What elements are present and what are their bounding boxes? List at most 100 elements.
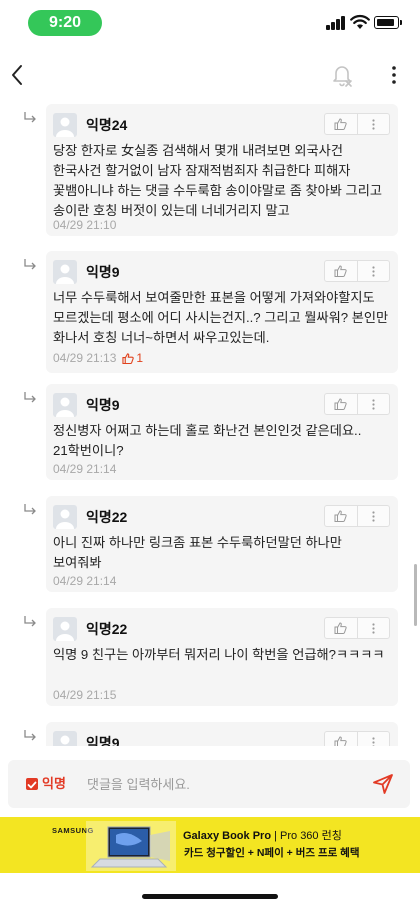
- comment-meta: 04/29 21:13 1: [53, 351, 143, 365]
- cellular-signal-icon: [326, 16, 346, 30]
- comment-time: 04/29 21:10: [53, 218, 117, 232]
- avatar: [53, 113, 77, 137]
- kebab-menu-icon: [372, 736, 375, 746]
- wifi-icon: [350, 14, 370, 29]
- like-button[interactable]: [325, 394, 358, 414]
- kebab-menu-icon: [372, 118, 375, 130]
- like-button[interactable]: [325, 261, 358, 281]
- kebab-menu-icon: [372, 510, 375, 522]
- comment-text: 너무 수두룩해서 보여줄만한 표본을 어떻게 가져와야할지도 모르겠는데 평소에…: [53, 290, 389, 345]
- avatar: [53, 505, 77, 529]
- avatar: [53, 617, 77, 641]
- comment-meta: 04/29 21:14: [53, 462, 116, 476]
- thumbs-up-icon: [334, 265, 347, 277]
- comment-text: 아니 진짜 하나만 링크좀 표본 수두룩하던말던 하나만 보여줘봐: [53, 535, 342, 570]
- comment-time: 04/29 21:14: [53, 574, 117, 588]
- comment-nickname: 익명9: [86, 397, 120, 413]
- comment-meta: 04/29 21:10: [53, 218, 116, 232]
- send-icon: [373, 774, 393, 794]
- reply-arrow-icon: [24, 616, 36, 627]
- like-button[interactable]: [325, 732, 358, 746]
- reply-card: 익명22 아니 진짜 하나만 링크좀 표본 수두룩하던말던 하나만 보여줘봐 0…: [46, 496, 398, 592]
- comment-menu-button[interactable]: [358, 618, 390, 638]
- comment-menu-button[interactable]: [358, 261, 390, 281]
- comment-input-bar: 익명: [8, 760, 410, 808]
- comment-nickname: 익명9: [86, 735, 120, 746]
- kebab-menu-icon: [372, 265, 375, 277]
- laptop-image: [86, 821, 176, 871]
- scrollbar[interactable]: [414, 564, 417, 626]
- checkmark-icon: [27, 781, 37, 789]
- comment-menu-button[interactable]: [358, 732, 390, 746]
- comment-text: 정신병자 어쩌고 하는데 홀로 화난건 본인인것 같은데요.. 21학번이니?: [53, 423, 362, 458]
- comment-nickname: 익명9: [86, 264, 120, 280]
- thumbs-up-icon: [122, 352, 135, 364]
- ad-headline-product: Galaxy Book Pro: [183, 830, 272, 842]
- top-nav: [0, 50, 420, 100]
- reply-card: 익명9: [46, 722, 398, 746]
- like-count: 1: [122, 351, 143, 365]
- comment-actions: [324, 260, 390, 282]
- comment-input[interactable]: [87, 774, 357, 794]
- notification-toggle-button[interactable]: [328, 60, 356, 90]
- reply-arrow-icon: [24, 504, 36, 515]
- reply-card: 익명9 너무 수두룩해서 보여줄만한 표본을 어떻게 가져와야할지도 모르겠는데…: [46, 251, 398, 373]
- reply-arrow-icon: [24, 392, 36, 403]
- kebab-menu-icon: [372, 622, 375, 634]
- battery-icon: [374, 16, 402, 29]
- comment-menu-button[interactable]: [358, 394, 390, 414]
- like-button[interactable]: [325, 506, 358, 526]
- comment-meta: 04/29 21:14: [53, 574, 116, 588]
- comment-meta: 04/29 21:15: [53, 688, 116, 702]
- reply-card: 익명9 정신병자 어쩌고 하는데 홀로 화난건 본인인것 같은데요.. 21학번…: [46, 384, 398, 480]
- reply-arrow-icon: [24, 259, 36, 270]
- thumbs-up-icon: [334, 736, 347, 746]
- kebab-menu-icon: [372, 398, 375, 410]
- comment-nickname: 익명22: [86, 621, 128, 637]
- send-button[interactable]: [370, 772, 396, 796]
- like-button[interactable]: [325, 618, 358, 638]
- back-button[interactable]: [2, 60, 32, 90]
- ad-headline-rest: | Pro 360 런칭: [271, 830, 342, 842]
- reply-card: 익명22 익명 9 친구는 아까부터 뭐저리 나이 학번을 언급해?ㅋㅋㅋㅋ 0…: [46, 608, 398, 706]
- more-options-button[interactable]: [384, 60, 404, 90]
- like-count-value: 1: [136, 351, 144, 365]
- thumbs-up-icon: [334, 622, 347, 634]
- comment-actions: [324, 393, 390, 415]
- thumbs-up-icon: [334, 510, 347, 522]
- reply-arrow-icon: [24, 112, 36, 123]
- avatar: [53, 731, 77, 746]
- comment-actions: [324, 505, 390, 527]
- notification-off-icon: [333, 66, 352, 87]
- comment-nickname: 익명22: [86, 509, 128, 525]
- avatar: [53, 260, 77, 284]
- comment-time: 04/29 21:14: [53, 462, 117, 476]
- thumbs-up-icon: [334, 118, 347, 130]
- anonymous-label: 익명: [42, 776, 66, 791]
- comment-list: 익명24 당장 한자로 女실종 검색해서 몇개 내려보면 외국사건 한국사건 할…: [0, 104, 420, 746]
- ad-banner[interactable]: SAMSUNG Galaxy Book Pro | Pro 360 런칭 카드 …: [0, 817, 420, 873]
- comment-nickname: 익명24: [86, 117, 128, 133]
- ad-headline: Galaxy Book Pro | Pro 360 런칭: [183, 830, 342, 843]
- avatar: [53, 393, 77, 417]
- status-time: 9:20: [28, 10, 102, 36]
- comment-menu-button[interactable]: [358, 114, 390, 134]
- thumbs-up-icon: [334, 398, 347, 410]
- ad-subline: 카드 청구할인 + N페이 + 버즈 프로 혜택: [184, 847, 360, 859]
- comment-actions: [324, 113, 390, 135]
- status-bar: 9:20: [0, 0, 420, 44]
- home-indicator[interactable]: [142, 894, 278, 899]
- comment-actions: [324, 731, 390, 746]
- comment-text: 당장 한자로 女실종 검색해서 몇개 내려보면 외국사건 한국사건 할거없이 남…: [53, 143, 382, 218]
- back-arrow-icon: [12, 65, 22, 85]
- comment-time: 04/29 21:13: [53, 351, 117, 365]
- reply-card: 익명24 당장 한자로 女실종 검색해서 몇개 내려보면 외국사건 한국사건 할…: [46, 104, 398, 236]
- like-button[interactable]: [325, 114, 358, 134]
- comment-text: 익명 9 친구는 아까부터 뭐저리 나이 학번을 언급해?ㅋㅋㅋㅋ: [53, 647, 385, 662]
- reply-arrow-icon: [24, 730, 36, 741]
- comment-actions: [324, 617, 390, 639]
- comment-time: 04/29 21:15: [53, 688, 117, 702]
- more-vertical-icon: [392, 66, 396, 84]
- comment-menu-button[interactable]: [358, 506, 390, 526]
- anonymous-checkbox[interactable]: [26, 778, 38, 790]
